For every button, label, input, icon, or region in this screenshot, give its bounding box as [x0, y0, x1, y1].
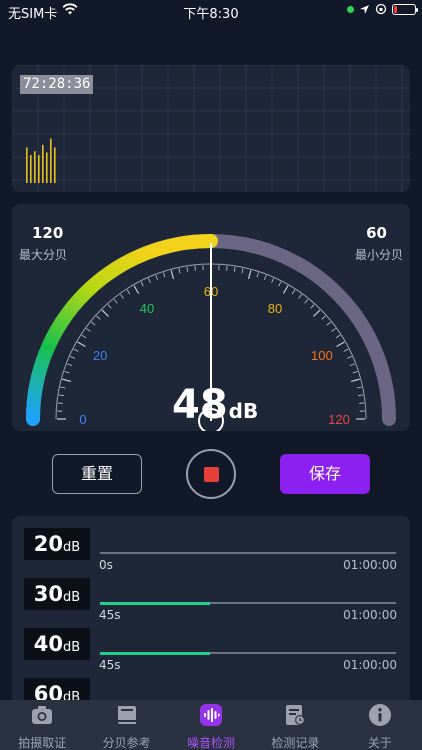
tab-about[interactable]: 关于	[338, 700, 422, 750]
current-reading-unit: dB	[228, 399, 259, 423]
waveform-bar	[46, 152, 48, 183]
waveform-bar	[38, 155, 40, 183]
gauge-panel: 020406080100120 120 最大分贝 60 最小分贝 48dB	[12, 204, 410, 431]
save-button[interactable]: 保存	[280, 454, 370, 494]
records-icon	[286, 705, 306, 725]
tab-detection-records[interactable]: 检测记录	[253, 700, 337, 750]
threshold-badge: 40dB	[24, 628, 90, 660]
threshold-progress-fill	[100, 602, 210, 605]
location-icon	[360, 4, 369, 14]
threshold-elapsed: 45s	[99, 608, 121, 622]
book-icon	[117, 706, 136, 724]
waveform-bar	[50, 138, 52, 183]
camera-icon	[32, 706, 53, 724]
threshold-row: 40dB 45s 01:00:00	[12, 628, 410, 678]
threshold-badge: 20dB	[24, 528, 90, 560]
min-decibel-value: 60	[366, 224, 387, 242]
waveform-panel: 72:28:36	[12, 65, 410, 192]
current-reading: 48dB	[172, 382, 292, 428]
threshold-progress-track	[100, 552, 396, 554]
threshold-total: 01:00:00	[343, 608, 397, 622]
threshold-value: 30	[33, 582, 64, 606]
threshold-row: 20dB 0s 01:00:00	[12, 528, 410, 578]
gauge-tick-label: 100	[311, 348, 333, 363]
waveform-bar	[54, 147, 56, 183]
tab-label: 关于	[367, 736, 392, 750]
tab-label: 分贝参考	[102, 736, 151, 750]
threshold-badge: 30dB	[24, 578, 90, 610]
waveform-bar	[34, 151, 36, 183]
orientation-lock-icon	[375, 3, 387, 15]
reset-button[interactable]: 重置	[52, 454, 142, 494]
threshold-progress-fill	[100, 652, 210, 655]
threshold-value: 20	[33, 532, 64, 556]
threshold-progress-track	[100, 602, 396, 605]
info-icon	[368, 704, 391, 726]
gauge-tick-label: 120	[328, 412, 350, 427]
threshold-elapsed: 0s	[99, 558, 113, 572]
mic-indicator-icon	[347, 5, 354, 13]
tab-label: 拍摄取证	[18, 736, 67, 750]
tab-bar: 拍摄取证 分贝参考 噪音检测 检测记录 关于	[0, 700, 422, 750]
min-decibel-label: 最小分贝	[354, 248, 403, 262]
gauge-tick-label: 80	[268, 301, 282, 316]
threshold-elapsed: 45s	[99, 658, 121, 672]
tab-decibel-reference[interactable]: 分贝参考	[84, 700, 168, 750]
gauge-tick-label: 0	[79, 412, 86, 427]
tab-noise-detection[interactable]: 噪音检测	[169, 700, 253, 750]
threshold-levels-panel: 20dB 0s 01:00:00 30dB 45s 01:00:00 40dB 45s 01:0…	[12, 516, 410, 716]
waveform-bar	[26, 147, 28, 183]
stop-icon	[204, 467, 219, 482]
status-bar: 无SIM卡 下午8:30	[0, 0, 422, 22]
gauge-tick-label: 20	[93, 348, 107, 363]
threshold-unit: dB	[63, 590, 81, 605]
threshold-unit: dB	[63, 540, 81, 555]
tab-evidence[interactable]: 拍摄取证	[0, 700, 84, 750]
threshold-unit: dB	[63, 640, 81, 655]
waveform-bar	[30, 155, 32, 183]
elapsed-time: 72:28:36	[20, 75, 94, 94]
current-reading-value: 48	[172, 382, 228, 428]
battery-icon	[392, 3, 418, 15]
threshold-total: 01:00:00	[343, 658, 397, 672]
tab-label: 噪音检测	[187, 736, 236, 750]
threshold-progress-track	[100, 652, 396, 655]
threshold-row: 30dB 45s 01:00:00	[12, 578, 410, 628]
audio-wave-icon	[200, 704, 223, 726]
stop-recording-button[interactable]	[186, 449, 236, 499]
max-decibel-label: 最大分贝	[19, 248, 68, 262]
max-decibel-value: 120	[32, 224, 64, 242]
threshold-value: 40	[33, 632, 64, 656]
waveform-bar	[42, 144, 44, 183]
tab-label: 检测记录	[271, 736, 320, 750]
threshold-total: 01:00:00	[343, 558, 397, 572]
gauge-tick-label: 40	[140, 301, 154, 316]
